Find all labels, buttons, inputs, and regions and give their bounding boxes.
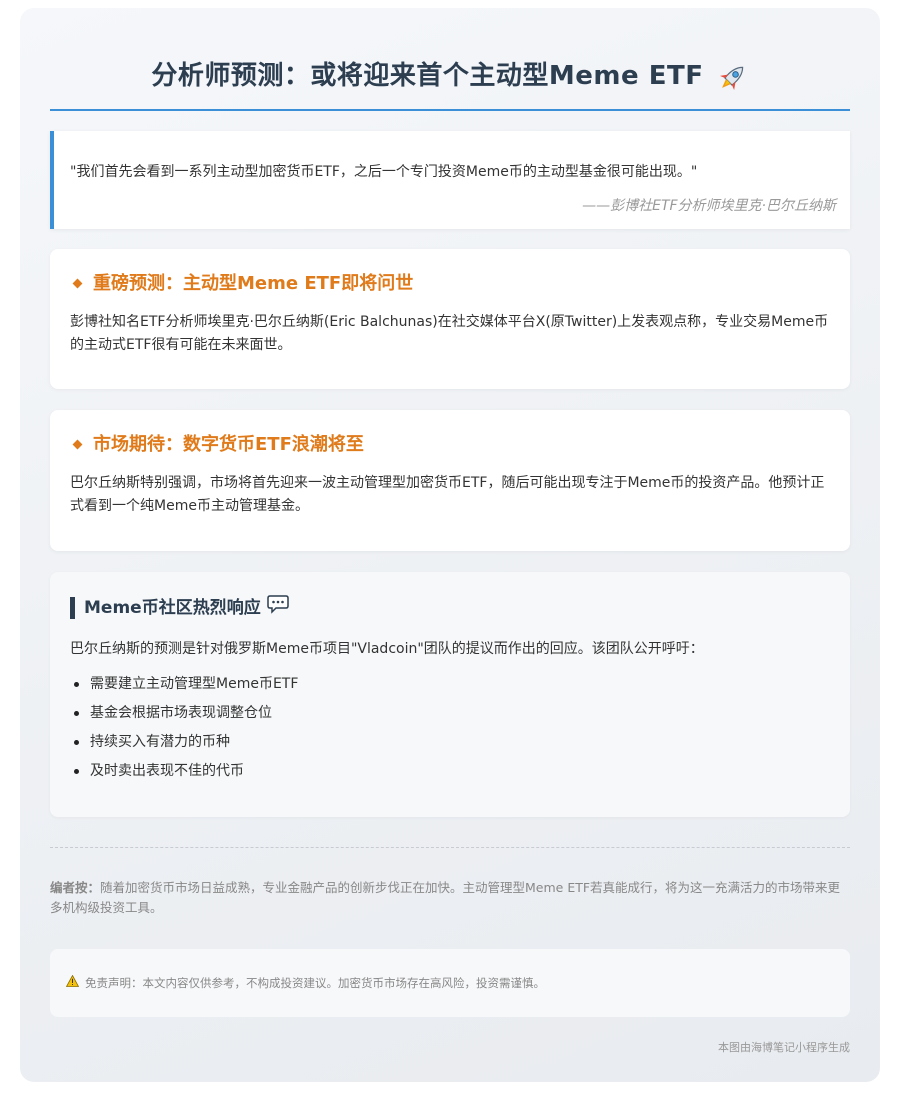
prediction-card-title: 重磅预测：主动型Meme ETF即将问世 (70, 271, 830, 297)
market-card-title: 市场期待：数字货币ETF浪潮将至 (70, 432, 830, 458)
rocket-icon (715, 61, 749, 99)
prediction-card: 重磅预测：主动型Meme ETF即将问世 彭博社知名ETF分析师埃里克·巴尔丘纳… (50, 248, 850, 389)
editor-note-text: 随着加密货币市场日益成熟，专业金融产品的创新步伐正在加快。主动管理型Meme E… (50, 879, 841, 915)
title-section: 分析师预测：或将迎来首个主动型Meme ETF (50, 58, 850, 111)
editor-note: 编者按：随着加密货币市场日益成熟，专业金融产品的创新步伐正在加快。主动管理型Me… (50, 878, 850, 918)
community-title: Meme币社区热烈响应 (70, 594, 830, 622)
article-page: 分析师预测：或将迎来首个主动型Meme ETF "我们首先会看到一系列主动型加密… (20, 8, 880, 1082)
diamond-bullet-icon (72, 278, 83, 289)
disclaimer-box: 免责声明：本文内容仅供参考，不构成投资建议。加密货币市场存在高风险，投资需谨慎。 (50, 948, 850, 1017)
diamond-bullet-icon (72, 439, 83, 450)
community-text: 巴尔丘纳斯的预测是针对俄罗斯Meme币项目"Vladcoin"团队的提议而作出的… (70, 640, 704, 657)
section-divider (50, 846, 850, 848)
community-section: Meme币社区热烈响应 巴尔丘纳斯的预测是针对俄罗斯Meme币项目"Vladco… (50, 571, 850, 817)
market-card: 市场期待：数字货币ETF浪潮将至 巴尔丘纳斯特别强调，市场将首先迎来一波主动管理… (50, 409, 850, 551)
quote-text: "我们首先会看到一系列主动型加密货币ETF，之后一个专门投资Meme币的主动型基… (70, 163, 698, 180)
demand-list: 需要建立主动管理型Meme币ETF 基金会根据市场表现调整仓位 持续买入有潜力的… (70, 670, 830, 786)
market-card-text: 巴尔丘纳斯特别强调，市场将首先迎来一波主动管理型加密货币ETF，随后可能出现专注… (70, 474, 825, 514)
analyst-quote: "我们首先会看到一系列主动型加密货币ETF，之后一个专门投资Meme币的主动型基… (50, 130, 850, 229)
community-heading: Meme币社区热烈响应 (84, 597, 261, 618)
market-card-heading: 市场期待：数字货币ETF浪潮将至 (93, 433, 364, 455)
warning-icon (65, 973, 80, 993)
list-item: 持续买入有潜力的币种 (74, 728, 830, 757)
editor-note-label: 编者按： (50, 879, 101, 895)
disclaimer-text: 免责声明：本文内容仅供参考，不构成投资建议。加密货币市场存在高风险，投资需谨慎。 (85, 975, 545, 990)
prediction-card-heading: 重磅预测：主动型Meme ETF即将问世 (93, 272, 414, 294)
title-bar-icon (70, 596, 75, 619)
footer-credit: 本图由海博笔记小程序生成 (718, 1040, 850, 1054)
list-item: 需要建立主动管理型Meme币ETF (74, 670, 830, 699)
list-item: 及时卖出表现不佳的代币 (74, 757, 830, 786)
list-item: 基金会根据市场表现调整仓位 (74, 699, 830, 728)
page-title: 分析师预测：或将迎来首个主动型Meme ETF (151, 61, 704, 91)
quote-source: ——彭博社ETF分析师埃里克·巴尔丘纳斯 (582, 197, 836, 214)
chat-icon (266, 594, 289, 622)
prediction-card-text: 彭博社知名ETF分析师埃里克·巴尔丘纳斯(Eric Balchunas)在社交媒… (70, 313, 829, 353)
